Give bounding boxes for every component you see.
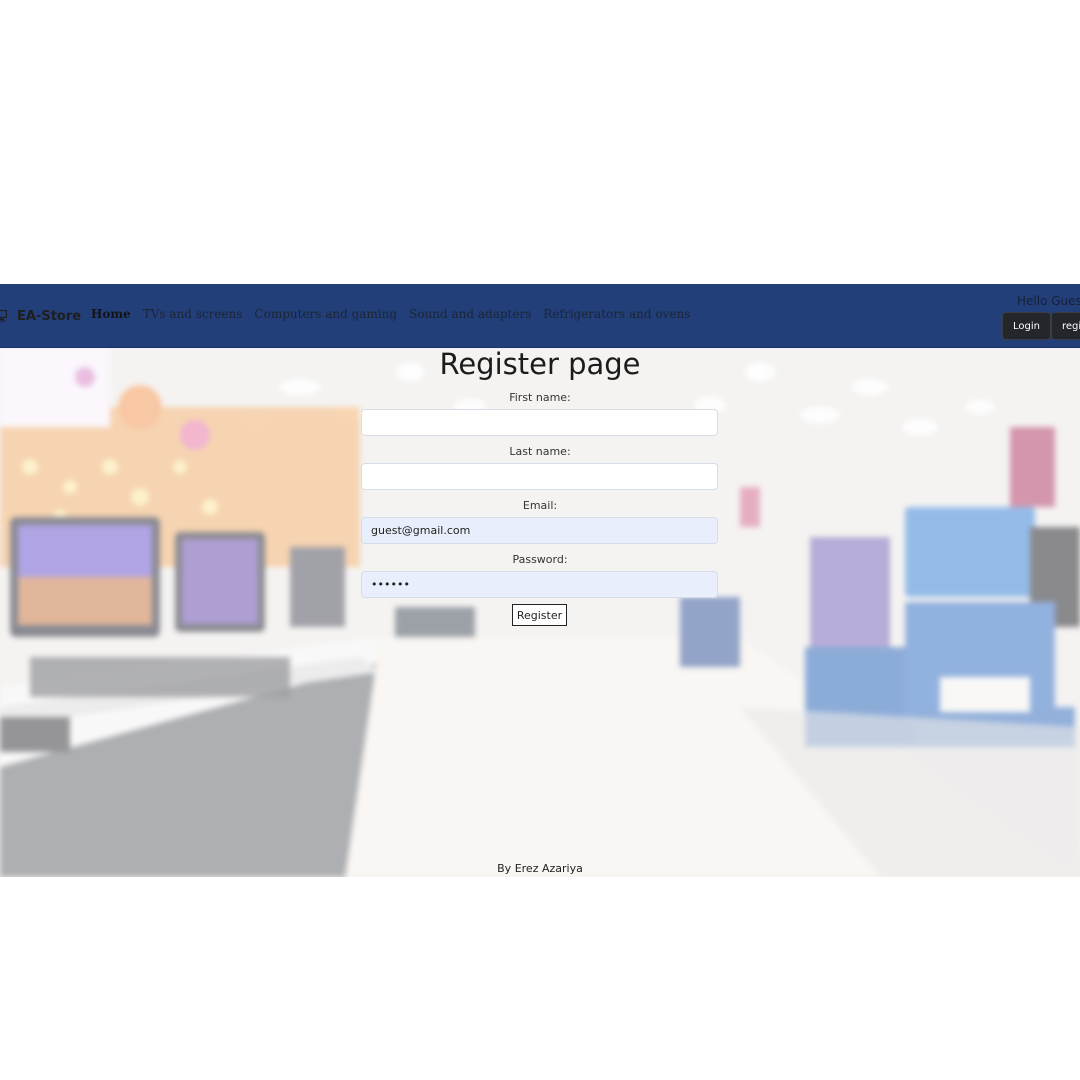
footer-credit: By Erez Azariya	[497, 862, 583, 875]
app-window: EA-Store Home TVs and screens Computers …	[0, 284, 1080, 877]
nav-link-computers[interactable]: Computers and gaming	[254, 307, 397, 321]
register-submit-button[interactable]: Register	[512, 604, 567, 626]
computer-icon	[0, 310, 7, 322]
brand-name: EA-Store	[17, 308, 82, 324]
register-nav-button[interactable]: regis	[1050, 312, 1080, 340]
navbar: EA-Store Home TVs and screens Computers …	[0, 284, 1080, 348]
password-label: Password:	[512, 553, 568, 566]
greeting: Hello Gues	[1017, 294, 1080, 308]
page-title: Register page	[439, 347, 641, 381]
nav-link-refrigerators[interactable]: Refrigerators and ovens	[543, 307, 690, 321]
login-button[interactable]: Login	[1002, 312, 1051, 340]
email-label: Email:	[522, 499, 558, 512]
nav-link-tvs[interactable]: TVs and screens	[143, 307, 243, 321]
email-input[interactable]	[361, 517, 718, 544]
first-name-input[interactable]	[361, 409, 718, 436]
password-input[interactable]	[361, 571, 718, 598]
nav-link-sound[interactable]: Sound and adapters	[409, 307, 531, 321]
brand[interactable]: EA-Store	[0, 306, 81, 326]
auth-buttons: Login regis	[1002, 312, 1080, 340]
nav-links: Home TVs and screens Computers and gamin…	[91, 307, 690, 321]
first-name-label: First name:	[509, 391, 571, 404]
last-name-input[interactable]	[361, 463, 718, 490]
last-name-label: Last name:	[509, 445, 571, 458]
nav-link-home[interactable]: Home	[91, 307, 131, 321]
